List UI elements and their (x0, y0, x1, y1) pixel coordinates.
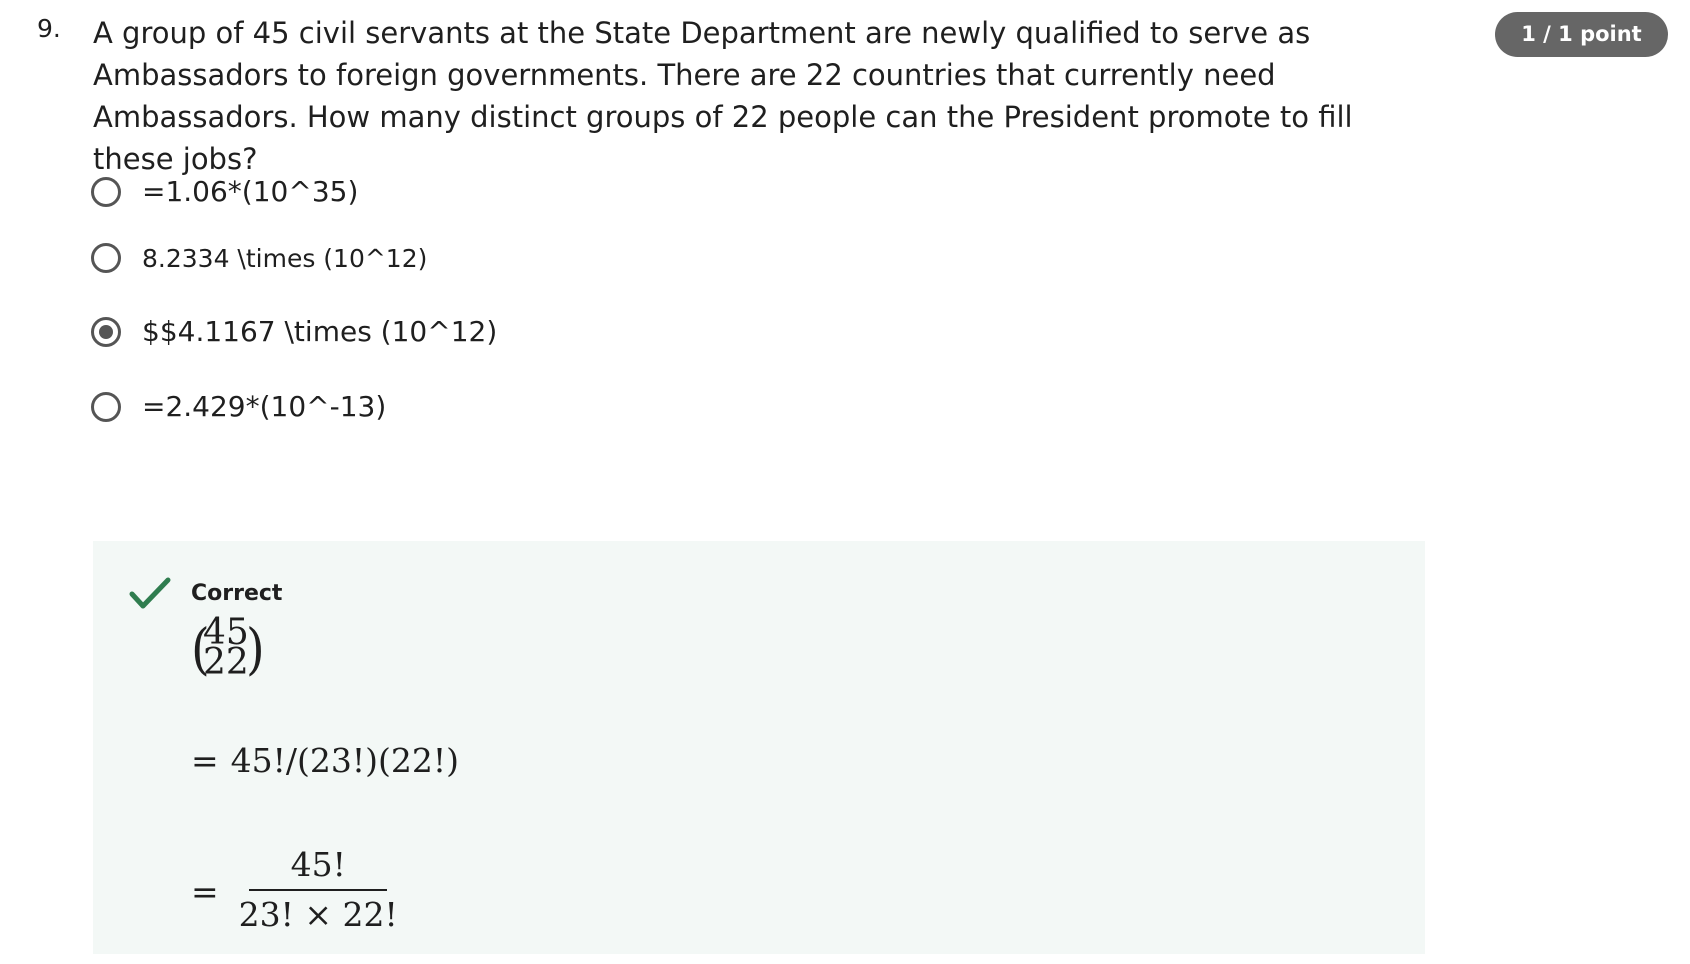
equation-line-2: = 45! 23! × 22! (191, 841, 402, 941)
answer-option-1[interactable]: =1.06*(10^35) (91, 175, 358, 208)
answer-option-label: $$4.1167 \times (10^12) (142, 315, 498, 348)
feedback-status: Correct (191, 581, 283, 606)
answer-option-label: 8.2334 \times (10^12) (142, 243, 428, 273)
answer-option-label: =2.429*(10^-13) (142, 390, 387, 423)
radio-selected-icon[interactable] (91, 316, 121, 347)
equation-expression: 45!/(23!)(22!) (230, 741, 460, 780)
radio-icon[interactable] (91, 243, 121, 273)
answer-option-label: =1.06*(10^35) (142, 175, 359, 208)
fraction-denominator: 23! × 22! (238, 895, 398, 934)
equals-sign: = (191, 741, 219, 780)
radio-icon[interactable] (91, 391, 121, 422)
fraction: 45! 23! × 22! (235, 845, 402, 937)
question-number: 9. (37, 14, 61, 43)
check-icon (129, 577, 171, 609)
radio-icon[interactable] (91, 176, 121, 207)
points-badge: 1 / 1 point (1495, 12, 1668, 57)
equals-sign: = (191, 871, 219, 911)
question-text: A group of 45 civil servants at the Stat… (93, 16, 1353, 176)
answer-option-4[interactable]: =2.429*(10^-13) (91, 390, 386, 423)
binomial-expression: ( 45 22 ) (191, 611, 271, 683)
binomial-bottom: 22 (203, 642, 249, 683)
feedback-panel: Correct ( 45 22 ) = 45!/(23!)(22!) = 45! … (93, 541, 1425, 954)
answer-option-2[interactable]: 8.2334 \times (10^12) (91, 243, 427, 273)
fraction-numerator: 45! (290, 845, 346, 884)
equation-line-1: = 45!/(23!)(22!) (191, 741, 459, 780)
answer-option-3[interactable]: $$4.1167 \times (10^12) (91, 315, 497, 348)
right-paren: ) (246, 617, 265, 682)
